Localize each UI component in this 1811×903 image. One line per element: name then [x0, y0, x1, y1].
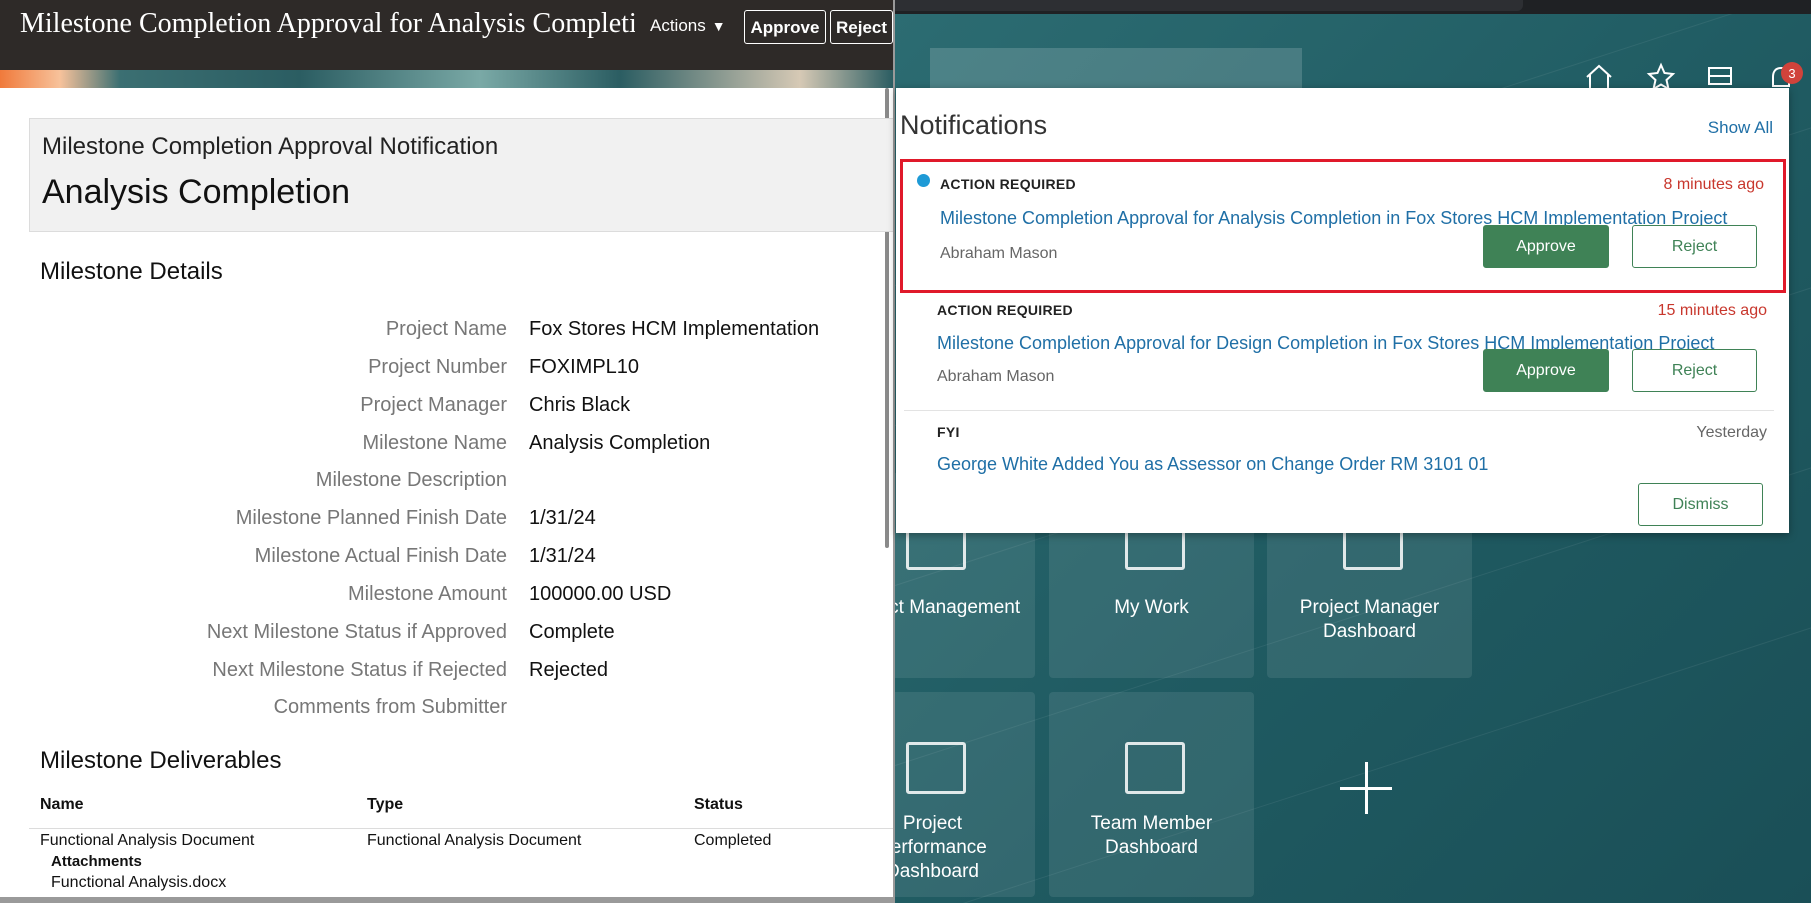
notification-count-badge: 3 — [1781, 62, 1803, 84]
horizontal-scrollbar[interactable] — [0, 897, 893, 903]
notification-detail-panel: Milestone Completion Approval for Analys… — [0, 0, 895, 903]
notification-time: 15 minutes ago — [1657, 302, 1767, 319]
deliverable-type: Functional Analysis Document — [367, 832, 582, 849]
field-row: Next Milestone Status if Rejected Reject… — [0, 655, 893, 685]
field-value: 1/31/24 — [529, 545, 596, 567]
field-label: Milestone Amount — [348, 583, 507, 605]
notification-sender: Abraham Mason — [937, 368, 1055, 385]
field-label: Next Milestone Status if Approved — [206, 621, 507, 643]
notification-header: Milestone Completion Approval Notificati… — [29, 118, 893, 232]
field-row: Comments from Submitter — [0, 692, 893, 722]
caret-down-icon: ▼ — [711, 18, 726, 34]
notification-item[interactable]: ACTION REQUIRED 15 minutes ago Milestone… — [900, 293, 1786, 413]
notification-item[interactable]: FYI Yesterday George White Added You as … — [900, 413, 1786, 528]
notification-time: Yesterday — [1696, 424, 1767, 441]
field-row: Milestone Actual Finish Date 1/31/24 — [0, 541, 893, 571]
show-all-link[interactable]: Show All — [1708, 118, 1773, 138]
notification-type: ACTION REQUIRED — [937, 302, 1073, 318]
field-label: Milestone Planned Finish Date — [235, 507, 507, 529]
notification-reject-button[interactable]: Reject — [1632, 225, 1757, 268]
tile-team-member-dashboard[interactable]: Team Member Dashboard — [1049, 692, 1254, 897]
dashboard-icon — [1125, 742, 1185, 794]
field-label: Next Milestone Status if Rejected — [212, 659, 507, 681]
home-search-box[interactable] — [930, 48, 1302, 90]
field-value: 1/31/24 — [529, 507, 596, 529]
attachments-label: Attachments — [51, 853, 142, 870]
field-row: Milestone Name Analysis Completion — [0, 428, 893, 458]
field-label: Milestone Name — [362, 432, 507, 454]
table-divider — [29, 828, 893, 829]
field-label: Milestone Description — [315, 469, 507, 491]
tile-label: Team Member Dashboard — [1090, 813, 1213, 858]
notification-approve-button[interactable]: Approve — [1483, 225, 1609, 268]
notification-reject-button[interactable]: Reject — [1632, 349, 1757, 392]
field-value: Fox Stores HCM Implementation — [529, 318, 820, 340]
notification-divider — [904, 410, 1774, 411]
detail-topbar: Milestone Completion Approval for Analys… — [0, 0, 893, 70]
field-value: FOXIMPL10 — [529, 356, 640, 378]
field-value: Chris Black — [529, 394, 631, 416]
notification-subtitle: Milestone Completion Approval Notificati… — [42, 133, 499, 160]
detail-title: Milestone Completion Approval for Analys… — [20, 8, 635, 39]
plus-icon[interactable] — [1340, 762, 1392, 814]
field-row: Milestone Amount 100000.00 USD — [0, 579, 893, 609]
field-label: Comments from Submitter — [273, 696, 507, 718]
notification-type: FYI — [937, 424, 960, 440]
field-row: Milestone Description — [0, 465, 893, 495]
dashboard-icon — [906, 742, 966, 794]
column-header-status: Status — [694, 796, 743, 813]
tile-label: Project Manager Dashboard — [1299, 597, 1440, 642]
notification-time: 8 minutes ago — [1663, 176, 1764, 193]
actions-menu[interactable]: Actions ▼ — [650, 14, 726, 38]
approve-button[interactable]: Approve — [744, 10, 826, 44]
field-row: Project Number FOXIMPL10 — [0, 352, 893, 382]
milestone-details-heading: Milestone Details — [40, 258, 223, 285]
notification-link[interactable]: Milestone Completion Approval for Analys… — [940, 208, 1727, 229]
field-row: Project Manager Chris Black — [0, 390, 893, 420]
field-row: Milestone Planned Finish Date 1/31/24 — [0, 503, 893, 533]
field-value: Analysis Completion — [529, 432, 711, 454]
notification-link[interactable]: George White Added You as Assessor on Ch… — [937, 454, 1488, 475]
milestone-deliverables-heading: Milestone Deliverables — [40, 747, 282, 774]
notifications-popup: Notifications Show All ACTION REQUIRED 8… — [896, 88, 1789, 533]
notification-title: Analysis Completion — [42, 173, 351, 211]
field-label: Project Manager — [360, 394, 507, 416]
column-header-name: Name — [40, 796, 84, 813]
notifications-title: Notifications — [900, 110, 1048, 140]
notification-sender: Abraham Mason — [940, 245, 1058, 262]
deliverable-status: Completed — [694, 832, 772, 849]
notification-type: ACTION REQUIRED — [940, 176, 1076, 192]
field-label: Project Number — [368, 356, 507, 378]
field-row: Next Milestone Status if Approved Comple… — [0, 617, 893, 647]
field-label: Project Name — [385, 318, 507, 340]
attachment-file-link[interactable]: Functional Analysis.docx — [51, 874, 226, 892]
notification-item[interactable]: ACTION REQUIRED 8 minutes ago Milestone … — [900, 159, 1786, 293]
deliverable-name: Functional Analysis Document — [40, 832, 255, 849]
unread-dot-icon — [917, 174, 930, 187]
field-value: Rejected — [529, 659, 608, 681]
dismiss-button[interactable]: Dismiss — [1638, 483, 1763, 526]
field-value: Complete — [529, 621, 615, 643]
decorative-banner — [0, 70, 893, 88]
field-label: Milestone Actual Finish Date — [254, 545, 507, 567]
notification-approve-button[interactable]: Approve — [1483, 349, 1609, 392]
tile-label: My Work — [1114, 597, 1189, 618]
browser-toolbar — [893, 0, 1811, 14]
actions-label: Actions — [650, 16, 706, 35]
reject-button[interactable]: Reject — [830, 10, 893, 44]
field-value: 100000.00 USD — [529, 583, 672, 605]
column-header-type: Type — [367, 796, 404, 813]
field-row: Project Name Fox Stores HCM Implementati… — [0, 314, 893, 344]
